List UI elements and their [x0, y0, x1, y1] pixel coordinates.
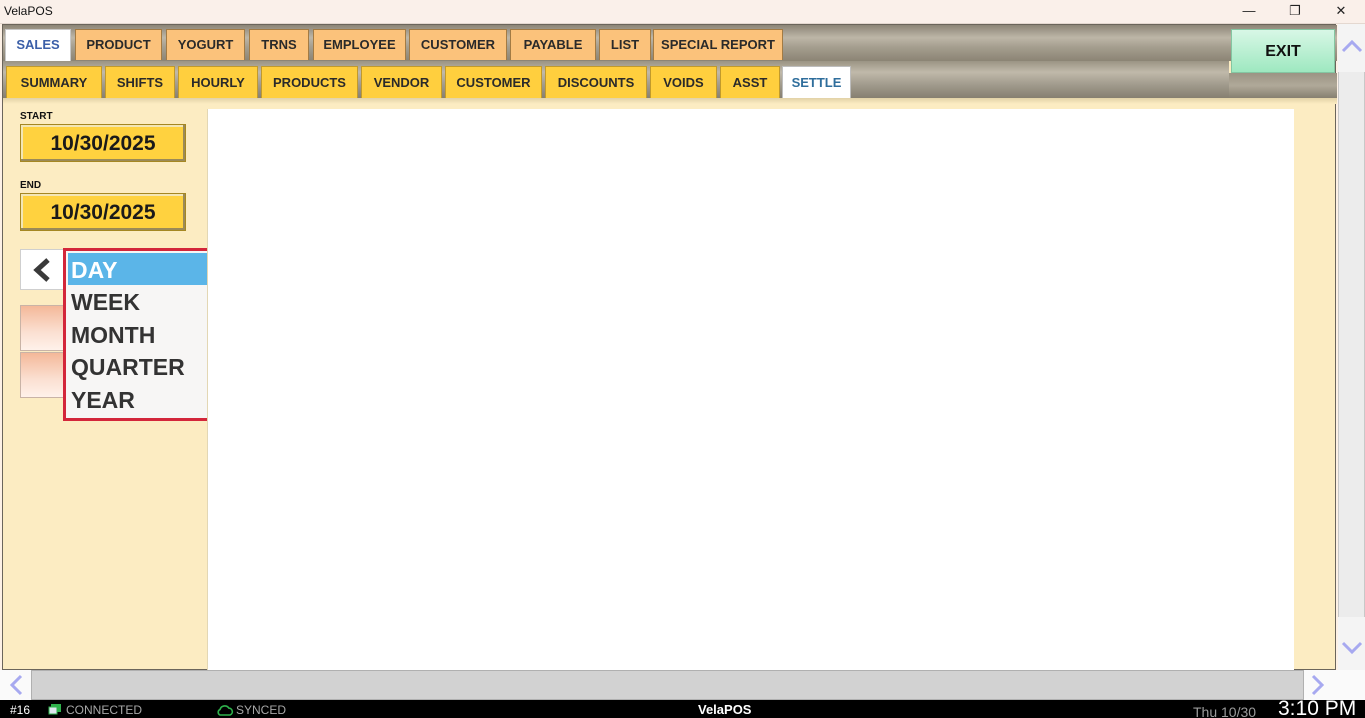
window-title: VelaPOS [4, 4, 53, 18]
sync-status: SYNCED [236, 703, 287, 717]
start-date-button[interactable]: 10/30/2025 [20, 124, 186, 162]
close-button[interactable]: ✕ [1318, 0, 1364, 24]
period-option-day[interactable]: DAY [68, 253, 211, 285]
end-label: END [20, 180, 42, 191]
subtab-shifts[interactable]: SHIFTS [105, 66, 175, 98]
station-number: #16 [10, 703, 31, 717]
tab-customer[interactable]: CUSTOMER [409, 29, 507, 60]
vertical-scroll-thumb[interactable] [1338, 72, 1365, 617]
tab-trns[interactable]: TRNS [249, 29, 309, 60]
tab-bar-shadow [3, 98, 1337, 104]
chevron-left-icon [33, 258, 50, 282]
tab-payable[interactable]: PAYABLE [510, 29, 596, 60]
subtab-customer[interactable]: CUSTOMER [445, 66, 542, 98]
status-bar: #16 CONNECTED SYNCED VelaPOS Thu 10/30 3… [0, 697, 1365, 718]
subtab-settle[interactable]: SETTLE [782, 66, 851, 98]
period-dropdown[interactable]: DAY WEEK MONTH QUARTER YEAR [63, 248, 215, 421]
tab-list[interactable]: LIST [599, 29, 651, 60]
main-tab-bar: SALES PRODUCT YOGURT TRNS EMPLOYEE CUSTO… [3, 25, 1337, 61]
connection-status: CONNECTED [66, 703, 143, 717]
report-content-area [207, 109, 1294, 671]
action-button-1[interactable] [20, 305, 64, 351]
subtab-voids[interactable]: VOIDS [650, 66, 717, 98]
period-option-year[interactable]: YEAR [68, 383, 211, 415]
minimize-button[interactable]: — [1226, 0, 1272, 24]
title-bar: VelaPOS — ❐ ✕ [0, 0, 1365, 24]
start-label: START [20, 111, 53, 122]
previous-period-button[interactable] [20, 249, 66, 290]
period-option-quarter[interactable]: QUARTER [68, 350, 211, 382]
subtab-asst[interactable]: ASST [720, 66, 780, 98]
maximize-button[interactable]: ❐ [1272, 0, 1318, 24]
tab-product[interactable]: PRODUCT [75, 29, 162, 60]
status-app-name: VelaPOS [698, 702, 752, 717]
subtab-hourly[interactable]: HOURLY [178, 66, 258, 98]
vertical-scrollbar[interactable] [1338, 24, 1365, 670]
scroll-right-icon[interactable] [1306, 673, 1330, 697]
horizontal-scroll-thumb[interactable] [31, 670, 1304, 700]
cloud-icon [217, 705, 234, 716]
scroll-up-icon[interactable] [1340, 34, 1364, 58]
app-frame: SALES PRODUCT YOGURT TRNS EMPLOYEE CUSTO… [2, 24, 1337, 671]
period-option-month[interactable]: MONTH [68, 318, 211, 350]
subtab-vendor[interactable]: VENDOR [361, 66, 442, 98]
action-button-2[interactable] [20, 352, 64, 398]
sub-tab-bar: SUMMARY SHIFTS HOURLY PRODUCTS VENDOR CU… [3, 61, 1229, 98]
tab-sales[interactable]: SALES [5, 29, 71, 61]
period-option-week[interactable]: WEEK [68, 285, 211, 317]
subtab-discounts[interactable]: DISCOUNTS [545, 66, 647, 98]
status-date: Thu 10/30 [1193, 704, 1257, 718]
scroll-left-icon[interactable] [4, 673, 28, 697]
tab-special-report[interactable]: SPECIAL REPORT [653, 29, 783, 60]
end-date-button[interactable]: 10/30/2025 [20, 193, 186, 231]
tab-yogurt[interactable]: YOGURT [166, 29, 245, 60]
scroll-down-icon[interactable] [1340, 636, 1364, 660]
sub-tab-bar-extension [1229, 73, 1337, 98]
monitor-icon [48, 704, 61, 715]
subtab-summary[interactable]: SUMMARY [6, 66, 102, 98]
horizontal-scrollbar[interactable] [0, 670, 1365, 700]
status-clock: 3:10 PM [1278, 697, 1357, 718]
exit-button[interactable]: EXIT [1231, 29, 1335, 73]
tab-employee[interactable]: EMPLOYEE [313, 29, 406, 60]
subtab-products[interactable]: PRODUCTS [261, 66, 358, 98]
